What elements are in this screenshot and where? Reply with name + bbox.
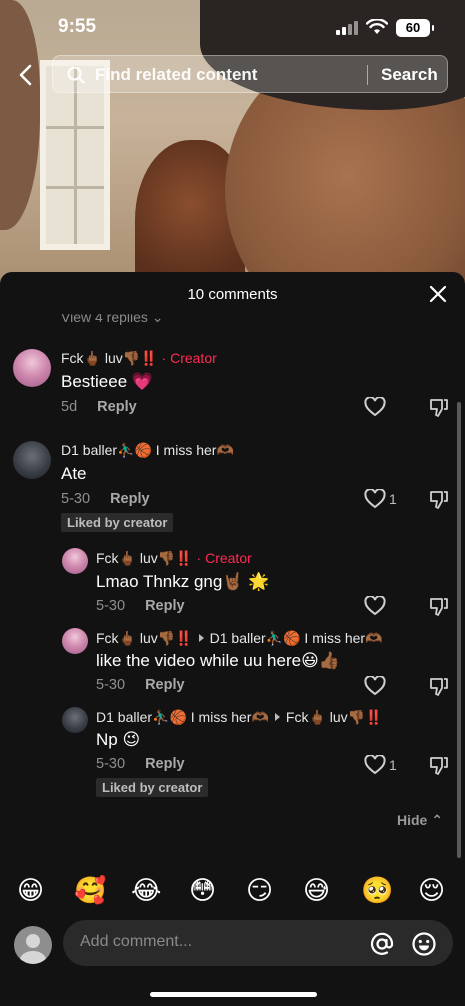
reply-to-arrow-icon — [198, 634, 204, 642]
reply-text: Lmao Thnkz gng🤘🏾 🌟 — [96, 572, 270, 591]
comments-count-title: 10 comments — [187, 286, 278, 303]
back-arrow-icon[interactable] — [14, 62, 40, 88]
emoji-button[interactable]: 😅 — [303, 875, 330, 906]
mention-icon[interactable] — [369, 931, 395, 957]
emoji-picker-icon[interactable] — [411, 931, 437, 957]
comment-text: Bestieee 💗 — [61, 372, 154, 391]
search-bar[interactable]: Find related content Search — [52, 55, 448, 93]
comments-sheet: 10 comments View 4 replies ⌄ Fck🖕🏾 luv👎🏾… — [0, 272, 465, 1006]
avatar[interactable] — [13, 349, 51, 387]
avatar[interactable] — [13, 441, 51, 479]
avatar[interactable] — [62, 628, 88, 654]
reply-username[interactable]: Fck🖕🏾 luv👎🏾‼️ — [96, 630, 193, 646]
dislike-icon[interactable] — [429, 597, 449, 617]
comment-time: 5-30 — [61, 491, 91, 507]
reply-time: 5-30 — [96, 677, 126, 693]
dislike-icon[interactable] — [429, 756, 449, 776]
avatar[interactable] — [62, 548, 88, 574]
reply-to-arrow-icon — [274, 713, 280, 721]
scrollbar[interactable] — [457, 402, 461, 858]
search-input[interactable]: Find related content — [95, 65, 257, 85]
heart-icon[interactable] — [364, 596, 386, 616]
reply-to-username[interactable]: Fck🖕🏾 luv👎🏾‼️ — [286, 709, 383, 725]
comment-time: 5d — [61, 399, 78, 415]
view-replies-link[interactable]: View 4 replies ⌄ — [61, 314, 164, 326]
home-indicator — [150, 992, 317, 997]
creator-badge: · Creator — [196, 550, 252, 566]
reply-button[interactable]: Reply — [145, 756, 185, 772]
dislike-icon[interactable] — [429, 490, 449, 510]
reply-text: Np 😉 — [96, 730, 141, 749]
reply-text: like the video while uu here😃👍🏾 — [96, 651, 340, 670]
avatar[interactable] — [62, 707, 88, 733]
hide-replies-button[interactable]: Hide ⌃ — [397, 812, 443, 829]
heart-icon[interactable] — [364, 489, 386, 509]
emoji-button[interactable]: 🥺 — [361, 875, 393, 906]
creator-badge: · Creator — [161, 350, 217, 366]
reply-time: 5-30 — [96, 756, 126, 772]
close-icon[interactable] — [428, 284, 448, 304]
status-bar: 9:55 60 — [0, 16, 465, 42]
reply-button[interactable]: Reply — [110, 491, 150, 507]
signal-icon — [336, 21, 358, 35]
search-icon — [67, 66, 85, 84]
quick-emoji-bar: 😁 🥰 😂 😳 😏 😅 🥺 😌 — [0, 875, 465, 911]
comment-input-placeholder: Add comment... — [80, 933, 193, 950]
heart-icon[interactable] — [364, 755, 386, 775]
like-count: 1 — [389, 757, 397, 773]
emoji-button[interactable]: 😁 — [17, 875, 44, 906]
reply-to-username[interactable]: D1 baller⛹🏾‍♂️🏀 I miss her🫶🏾 — [210, 630, 383, 646]
chevron-up-icon: ⌃ — [431, 812, 443, 828]
battery-icon: 60 — [396, 19, 434, 37]
wifi-icon — [366, 19, 388, 34]
reply-username[interactable]: D1 baller⛹🏾‍♂️🏀 I miss her🫶🏾 — [96, 709, 269, 725]
dislike-icon[interactable] — [429, 398, 449, 418]
heart-icon[interactable] — [364, 676, 386, 696]
emoji-button[interactable]: 😌 — [418, 875, 445, 906]
heart-icon[interactable] — [364, 397, 386, 417]
reply-button[interactable]: Reply — [97, 399, 137, 415]
reply-button[interactable]: Reply — [145, 677, 185, 693]
video-background — [0, 0, 465, 300]
emoji-button[interactable]: 😳 — [189, 875, 216, 906]
liked-by-creator-badge: Liked by creator — [96, 778, 209, 797]
emoji-button[interactable]: 😏 — [246, 875, 273, 906]
status-time: 9:55 — [58, 16, 97, 37]
comment-username[interactable]: D1 baller⛹🏾‍♂️🏀 I miss her🫶🏾 — [61, 442, 234, 458]
comment-text: Ate — [61, 464, 87, 483]
dislike-icon[interactable] — [429, 677, 449, 697]
user-avatar — [14, 926, 52, 964]
reply-time: 5-30 — [96, 598, 126, 614]
emoji-button[interactable]: 😂 — [131, 875, 161, 906]
like-count: 1 — [389, 491, 397, 507]
comment-input[interactable]: Add comment... — [63, 920, 453, 966]
reply-button[interactable]: Reply — [145, 598, 185, 614]
liked-by-creator-badge: Liked by creator — [61, 513, 174, 532]
emoji-button[interactable]: 🥰 — [74, 875, 106, 906]
comment-composer: Add comment... — [0, 920, 465, 972]
reply-username[interactable]: Fck🖕🏾 luv👎🏾‼️ — [96, 550, 193, 566]
comment-username[interactable]: Fck🖕🏾 luv👎🏾‼️ — [61, 350, 158, 366]
search-button[interactable]: Search — [381, 65, 438, 85]
